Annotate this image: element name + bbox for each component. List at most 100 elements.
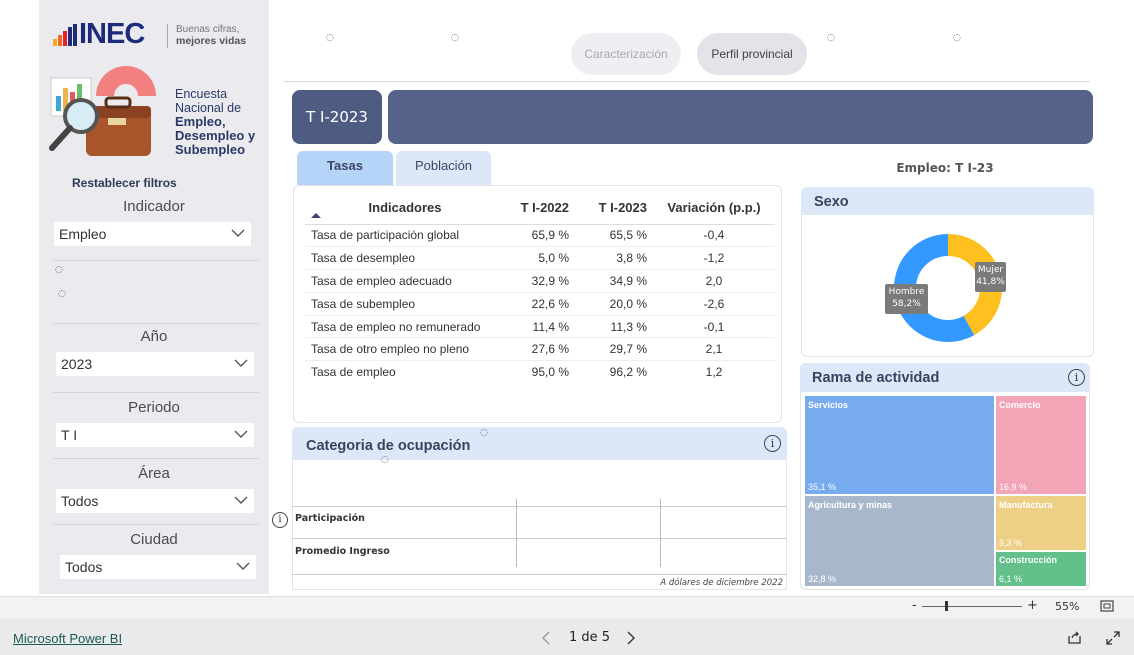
employment-period-label: Empleo: T I-23 — [896, 161, 994, 175]
powerbi-link[interactable]: Microsoft Power BI — [13, 631, 122, 646]
value-2023: 20,0 % — [575, 292, 653, 316]
header-divider — [284, 81, 1090, 82]
chevron-down-icon — [231, 229, 245, 237]
value-2022: 5,0 % — [505, 246, 575, 271]
promedio-ingreso-row-label: Promedio Ingreso — [295, 546, 390, 557]
loading-spinner-icon: ◌ — [451, 33, 459, 43]
fit-to-page-icon[interactable] — [1100, 600, 1114, 612]
treemap-agricultura[interactable]: Agricultura y minas 32,8 % — [804, 495, 995, 587]
previous-page-icon[interactable] — [541, 631, 551, 645]
sexo-title: Sexo — [814, 194, 849, 210]
anio-dropdown[interactable]: 2023 — [56, 352, 254, 376]
divider — [53, 260, 259, 261]
title-banner — [388, 90, 1093, 144]
reset-filters-button[interactable]: Restablecer filtros — [72, 176, 177, 190]
divider — [53, 524, 259, 525]
logo-bars-icon — [53, 24, 79, 46]
treemap-value: 32,8 % — [808, 574, 837, 584]
divider — [53, 458, 259, 459]
area-dropdown[interactable]: Todos — [56, 489, 254, 513]
value-2023: 34,9 % — [575, 269, 653, 293]
variation: 2,0 — [653, 269, 775, 293]
table-row: Tasa de participación global 65,9 % 65,5 %… — [305, 224, 775, 248]
treemap-value: 9,3 % — [999, 538, 1023, 548]
column-header[interactable]: Variación (p.p.) — [653, 192, 775, 225]
fullscreen-icon[interactable] — [1106, 631, 1120, 645]
loading-spinner-icon: ◌ — [381, 455, 389, 465]
treemap-comercio[interactable]: Comercio 16,9 % — [995, 395, 1087, 495]
value-2023: 29,7 % — [575, 337, 653, 362]
survey-title: Encuesta Nacional de Empleo, Desempleo y… — [175, 87, 255, 157]
caracterizacion-button[interactable]: Caracterización — [571, 33, 681, 75]
table-row: Tasa de subempleo 22,6 % 20,0 % -2,6 — [305, 292, 775, 316]
survey-title-line: Subempleo — [175, 142, 246, 157]
column-header[interactable]: T I-2022 — [505, 192, 575, 225]
value-2022: 11,4 % — [505, 315, 575, 339]
period-title: T I-2023 — [292, 90, 382, 144]
powerbi-footer — [0, 618, 1134, 655]
loading-spinner-icon: ◌ — [58, 289, 66, 299]
loading-spinner-icon: ◌ — [953, 33, 961, 43]
ciudad-label: Ciudad — [130, 531, 178, 548]
info-icon[interactable]: i — [764, 435, 781, 452]
variation: 2,1 — [653, 337, 775, 362]
mujer-label: Mujer — [977, 265, 1004, 275]
table-row: Tasa de empleo adecuado 32,9 % 34,9 % 2,0 — [305, 269, 775, 293]
hombre-label: Hombre — [888, 287, 925, 297]
survey-title-line: Desempleo y — [175, 128, 256, 143]
matrix-line — [292, 506, 787, 507]
table-row: Tasa de empleo no remunerado 11,4 % 11,3 %… — [305, 315, 775, 339]
variation: -1,2 — [653, 246, 775, 271]
perfil-provincial-button[interactable]: Perfil provincial — [697, 33, 807, 75]
value-2023: 96,2 % — [609, 365, 647, 380]
value-2022: 27,6 % — [505, 337, 575, 362]
column-header[interactable]: T I-2023 — [575, 192, 653, 225]
chevron-down-icon — [236, 562, 250, 570]
treemap-manufactura[interactable]: Manufactura 9,3 % — [995, 495, 1087, 551]
treemap-label: Manufactura — [999, 500, 1053, 510]
logo-divider — [167, 24, 168, 48]
zoom-out-button[interactable]: - — [912, 598, 917, 613]
logo-tagline-2: mejores vidas — [176, 35, 247, 47]
periodo-dropdown[interactable]: T I — [56, 423, 254, 447]
value-2023: 65,5 % — [575, 224, 653, 248]
next-page-icon[interactable] — [626, 631, 636, 645]
survey-title-line: Nacional de — [175, 101, 242, 115]
tab-tasas[interactable]: Tasas — [297, 151, 393, 185]
chevron-down-icon — [234, 430, 248, 438]
share-icon[interactable] — [1067, 630, 1082, 645]
variation: -2,6 — [653, 292, 775, 316]
anio-label: Año — [140, 328, 168, 345]
indicador-dropdown[interactable]: Empleo — [54, 222, 251, 246]
hombre-value: 58,2% — [892, 299, 921, 309]
value-2022: 32,9 % — [505, 269, 575, 293]
mujer-data-label: Mujer 41,8% — [975, 262, 1006, 292]
matrix-line — [292, 538, 787, 539]
mujer-value: 41,8% — [976, 277, 1005, 287]
info-icon[interactable]: i — [1068, 369, 1085, 386]
treemap-construccion[interactable]: Construcción 6,1 % — [995, 551, 1087, 587]
info-icon[interactable]: i — [272, 512, 288, 528]
area-label: Área — [138, 465, 170, 482]
matrix-line — [292, 574, 787, 575]
treemap-servicios[interactable]: Servicios 35,1 % — [804, 395, 995, 495]
treemap-label: Servicios — [808, 400, 849, 410]
indicator-name: Tasa de participación global — [305, 224, 505, 248]
matrix-column-line — [516, 499, 517, 567]
zoom-in-button[interactable]: + — [1027, 598, 1038, 613]
loading-spinner-icon: ◌ — [326, 33, 334, 43]
tab-poblacion[interactable]: Población — [396, 151, 491, 185]
zoom-slider-track[interactable] — [922, 606, 1022, 607]
indicator-name: Tasa de otro empleo no pleno — [305, 337, 505, 362]
area-value: Todos — [61, 493, 99, 509]
loading-spinner-icon: ◌ — [480, 428, 488, 438]
variation: -0,1 — [653, 315, 775, 339]
ciudad-dropdown[interactable]: Todos — [60, 555, 256, 579]
zoom-level: 55% — [1055, 600, 1080, 613]
column-header[interactable]: Indicadores — [305, 192, 505, 225]
zoom-slider-thumb[interactable] — [945, 601, 948, 611]
matrix-column-line — [660, 499, 661, 567]
periodo-label: Periodo — [128, 399, 180, 416]
value-2022: 22,6 % — [505, 292, 575, 316]
indicador-value: Empleo — [59, 226, 107, 242]
